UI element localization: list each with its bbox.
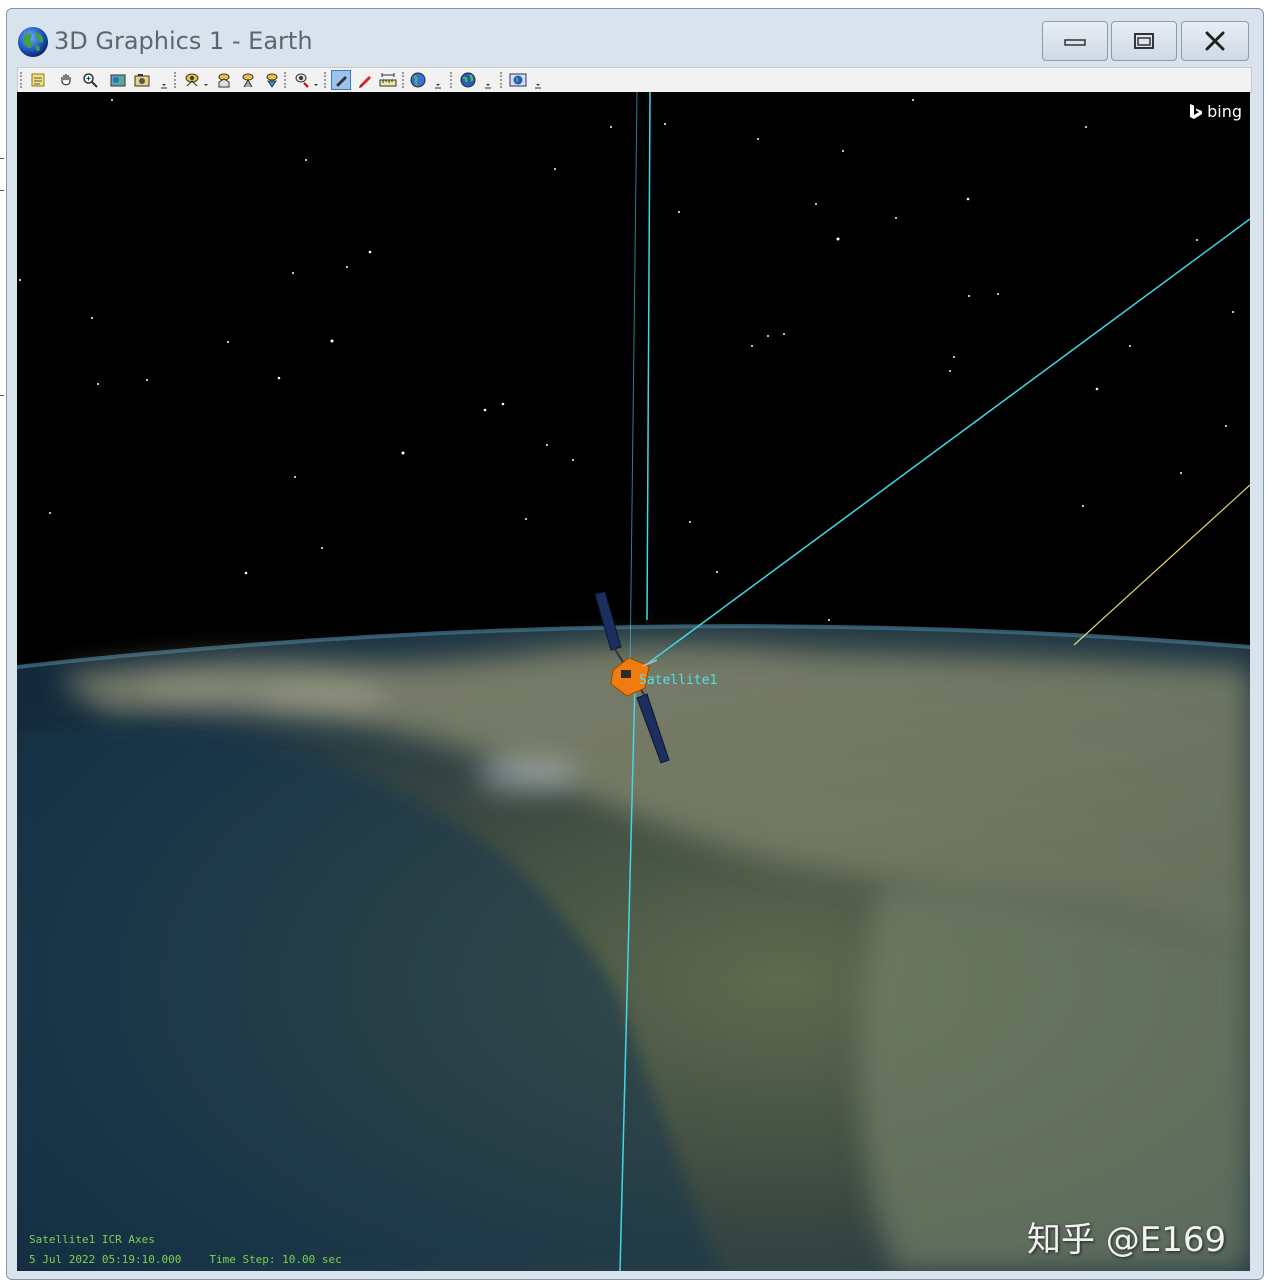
window-title: 3D Graphics 1 - Earth [54, 27, 313, 55]
snapshot-icon[interactable] [132, 70, 152, 90]
globe-icon[interactable] [408, 70, 428, 90]
toolbar-grip[interactable] [284, 72, 289, 88]
3d-viewport[interactable]: bing Satellite1 Satellite1 ICR Axes 5 Ju… [17, 92, 1250, 1271]
edge-mark [0, 190, 4, 191]
view-from-icon[interactable] [182, 70, 202, 90]
toolbar-grip[interactable] [324, 72, 329, 88]
close-button[interactable] [1181, 21, 1249, 61]
edge-mark [0, 158, 4, 159]
zoom-icon[interactable] [80, 70, 100, 90]
chevron-down-icon[interactable] [160, 76, 168, 89]
x-axis-line [646, 218, 1250, 665]
toolbar-grip[interactable] [174, 72, 179, 88]
toolbar [17, 67, 1252, 93]
minimize-icon [1064, 39, 1086, 46]
hud-time-readout: 5 Jul 2022 05:19:10.000 Time Step: 10.00 … [29, 1253, 342, 1266]
map-icon[interactable] [108, 70, 128, 90]
toolbar-grip[interactable] [500, 72, 505, 88]
axis-line-secondary [629, 92, 638, 673]
restore-icon [1134, 33, 1154, 49]
edge-mark [0, 395, 4, 396]
bing-logo-icon [1190, 103, 1203, 119]
title-bar[interactable]: 3D Graphics 1 - Earth [7, 9, 1263, 67]
camera-icon[interactable] [292, 70, 312, 90]
satellite-label[interactable]: Satellite1 [639, 673, 717, 688]
view-to-icon[interactable] [262, 70, 282, 90]
earth-app-icon [18, 27, 48, 57]
restore-button[interactable] [1111, 21, 1177, 61]
close-icon [1205, 31, 1225, 51]
toolbar-grip[interactable] [450, 72, 455, 88]
pencil-draw-icon[interactable] [331, 70, 351, 90]
toolbar-grip[interactable] [402, 72, 407, 88]
hud-date-time: 5 Jul 2022 05:19:10.000 [29, 1253, 182, 1266]
z-axis-line [646, 92, 651, 621]
watermark: 知乎 @E169 [1027, 1220, 1227, 1260]
north-up-icon[interactable] [238, 70, 258, 90]
pan-icon[interactable] [56, 70, 76, 90]
earth-data-icon[interactable] [458, 70, 478, 90]
chevron-down-icon[interactable] [312, 76, 320, 88]
minimize-button[interactable] [1042, 21, 1108, 61]
properties-icon[interactable] [28, 70, 48, 90]
chevron-down-icon[interactable] [484, 76, 492, 89]
toolbar-grip[interactable] [20, 72, 25, 88]
star-field [19, 99, 1234, 621]
bing-attribution: bing [1188, 102, 1242, 121]
bing-label: bing [1207, 102, 1242, 121]
chevron-down-icon[interactable] [434, 76, 442, 89]
chevron-down-icon[interactable] [534, 76, 542, 89]
globe-manager-icon[interactable] [508, 70, 528, 90]
hud-axes-label: Satellite1 ICR Axes [29, 1233, 155, 1246]
home-view-icon[interactable] [214, 70, 234, 90]
hud-time-step: Time Step: 10.00 sec [209, 1253, 342, 1266]
orbit-line [1073, 484, 1250, 646]
red-pen-icon[interactable] [355, 70, 375, 90]
scene [17, 92, 1250, 1271]
chevron-down-icon[interactable] [202, 76, 210, 88]
measure-icon[interactable] [378, 70, 398, 90]
